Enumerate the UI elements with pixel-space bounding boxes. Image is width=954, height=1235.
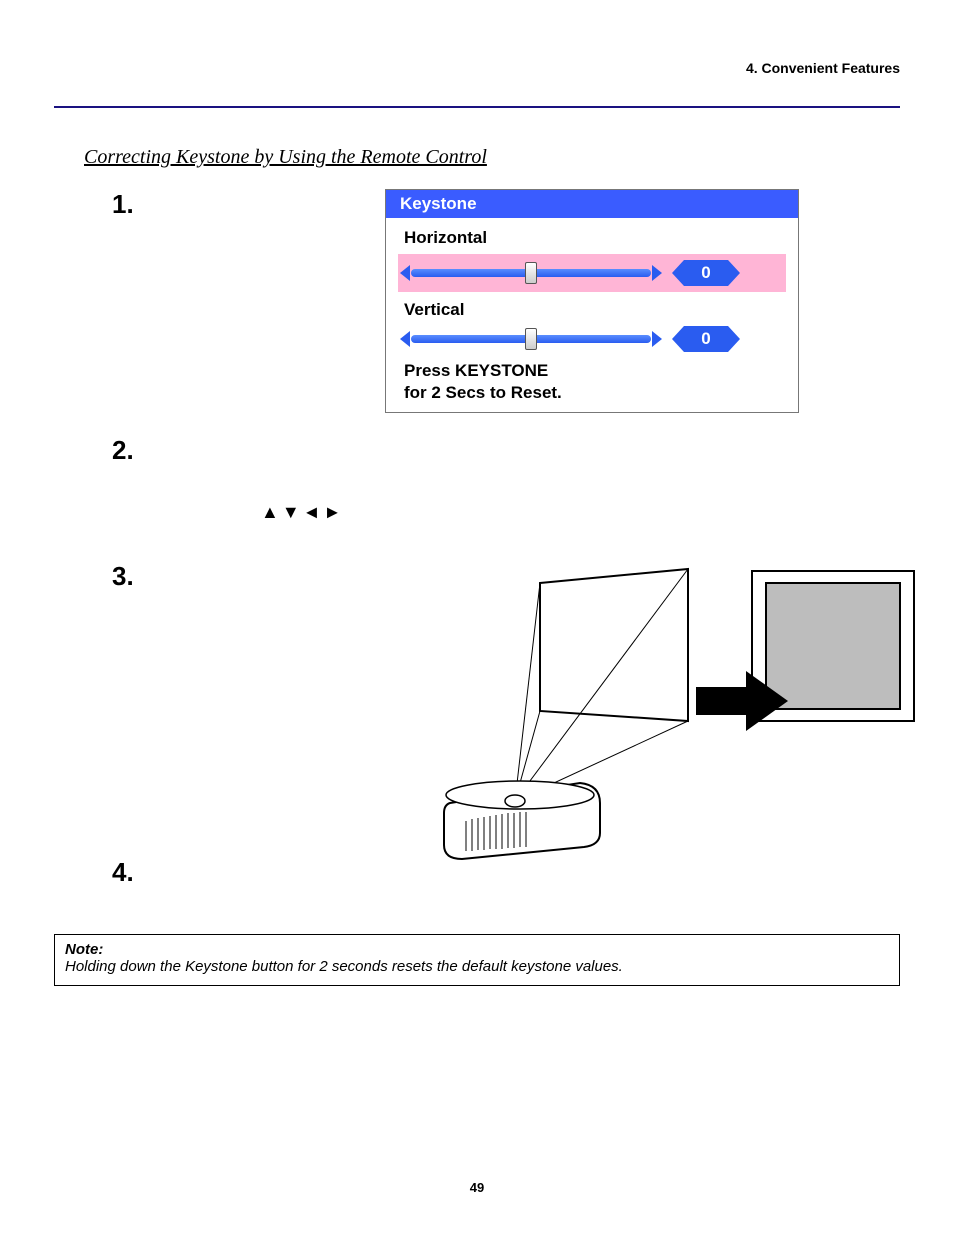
directional-arrows: ▲▼◄► [261, 502, 900, 523]
note-box: Note: Holding down the Keystone button f… [54, 934, 900, 986]
keystone-horizontal-value: 0 [684, 260, 728, 286]
keystone-reset-hint: Press KEYSTONE for 2 Secs to Reset. [404, 360, 780, 404]
arrow-down-icon: ▼ [282, 502, 303, 522]
keystone-dialog: Keystone Horizontal 0 [385, 189, 799, 413]
arrow-left-icon: ◄ [303, 502, 324, 522]
keystone-horizontal-row[interactable]: 0 [398, 254, 786, 292]
header-section-label: 4. Convenient Features [54, 60, 900, 76]
note-text: Holding down the Keystone button for 2 s… [65, 958, 889, 975]
note-label: Note: [65, 941, 889, 958]
keystone-horizontal-label: Horizontal [404, 228, 780, 248]
page-subtitle: Correcting Keystone by Using the Remote … [84, 146, 900, 169]
arrow-right-icon: ► [323, 502, 344, 522]
keystone-horizontal-value-badge: 0 [672, 260, 740, 286]
step-number-2: 2. [112, 435, 160, 466]
projection-diagram [410, 563, 930, 853]
arrow-up-icon: ▲ [261, 502, 282, 522]
keystone-vertical-label: Vertical [404, 300, 780, 320]
keystone-dialog-title: Keystone [386, 190, 798, 218]
keystone-vertical-slider[interactable] [404, 332, 658, 346]
keystone-horizontal-slider[interactable] [404, 266, 658, 280]
projected-trapezoid-icon [540, 569, 688, 721]
page-number: 49 [0, 1180, 954, 1195]
slider-handle-icon[interactable] [525, 262, 537, 284]
keystone-vertical-value: 0 [684, 326, 728, 352]
step-number-3: 3. [112, 561, 160, 592]
slider-handle-icon[interactable] [525, 328, 537, 350]
step-number-1: 1. [112, 189, 160, 220]
keystone-vertical-value-badge: 0 [672, 326, 740, 352]
step-number-4: 4. [112, 857, 160, 888]
header-divider [54, 106, 900, 108]
keystone-vertical-row[interactable]: 0 [404, 326, 780, 352]
projector-icon [444, 781, 600, 859]
